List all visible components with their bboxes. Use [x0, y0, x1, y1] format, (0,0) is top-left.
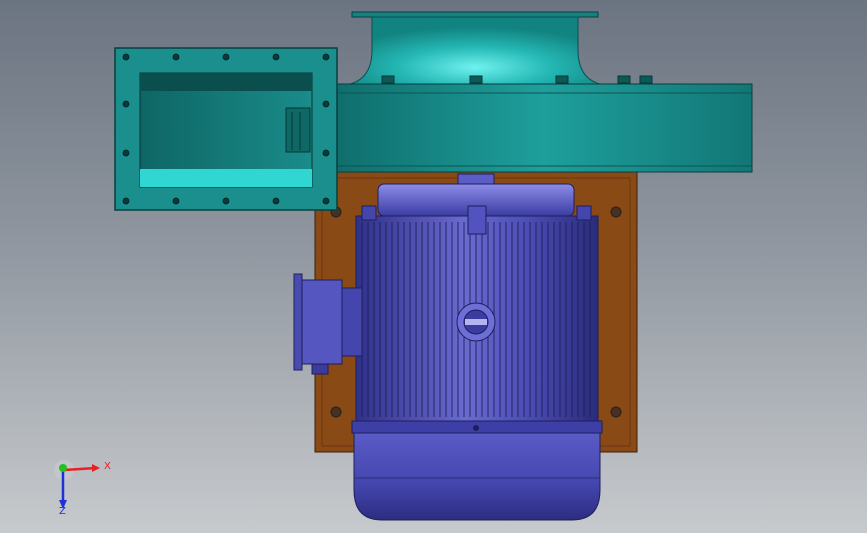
- motor: [351, 173, 603, 521]
- inlet-flange: [114, 47, 338, 211]
- fan-inlet-cone: [349, 11, 653, 85]
- model-drawing: X Y Z: [54, 11, 753, 521]
- coordinate-triad[interactable]: X Y Z: [54, 454, 111, 517]
- x-axis-label: X: [104, 461, 111, 472]
- cad-viewport[interactable]: X Y Z: [0, 0, 867, 533]
- z-axis-label: Z: [59, 506, 66, 517]
- fan-housing: [335, 83, 753, 173]
